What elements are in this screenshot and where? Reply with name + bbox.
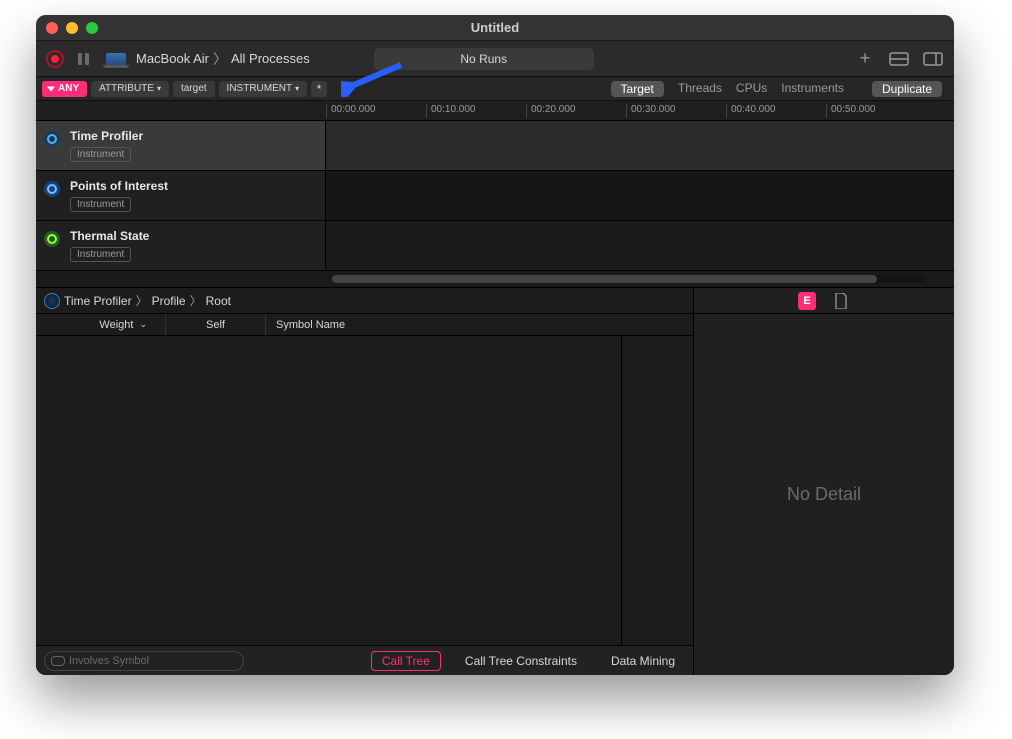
track-header[interactable]: Points of Interest Instrument: [36, 171, 326, 220]
inspector-pane: E No Detail: [694, 288, 954, 675]
chevron-right-icon: 〉: [136, 292, 148, 309]
view-options-button[interactable]: [888, 50, 910, 68]
track-lane[interactable]: [326, 171, 954, 220]
column-header-symbol-name[interactable]: Symbol Name: [266, 314, 693, 335]
track-title: Thermal State: [70, 229, 149, 243]
inspector-tab-run-info[interactable]: [832, 292, 850, 310]
time-ruler[interactable]: 00:00.000 00:10.000 00:20.000 00:30.000 …: [36, 101, 954, 121]
data-mining-button[interactable]: Data Mining: [601, 652, 685, 670]
track-thermal-state[interactable]: Thermal State Instrument: [36, 221, 954, 271]
titlebar: Untitled: [36, 15, 954, 41]
minimize-window-button[interactable]: [66, 22, 78, 34]
input-filter[interactable]: Involves Symbol: [44, 651, 244, 671]
target-selector[interactable]: MacBook Air 〉 All Processes: [136, 49, 310, 69]
call-tree-constraints-button[interactable]: Call Tree Constraints: [455, 652, 587, 670]
time-profiler-icon: [44, 131, 60, 147]
breadcrumb: Time Profiler 〉 Profile 〉 Root: [36, 288, 693, 314]
scope-tab-cpus[interactable]: CPUs: [736, 81, 767, 97]
filter-attribute-pill[interactable]: ATTRIBUTE▾: [91, 81, 169, 97]
track-badge[interactable]: Instrument: [70, 247, 131, 262]
filter-instrument-pill[interactable]: INSTRUMENT▾: [219, 81, 308, 97]
scope-tab-threads[interactable]: Threads: [678, 81, 722, 97]
ruler-tick: 00:50.000: [826, 104, 876, 118]
close-window-button[interactable]: [46, 22, 58, 34]
toolbar: MacBook Air 〉 All Processes No Runs: [36, 41, 954, 77]
inspector-tab-extended[interactable]: E: [798, 292, 816, 310]
scope-tab-target[interactable]: Target: [611, 81, 664, 97]
inspector-tabs: E: [694, 288, 954, 314]
filter-target-pill[interactable]: target: [173, 81, 215, 97]
run-selector-label: No Runs: [460, 52, 507, 66]
no-detail-label: No Detail: [694, 314, 954, 675]
column-header-self[interactable]: Self: [166, 314, 266, 335]
breadcrumb-item[interactable]: Profile: [152, 294, 186, 308]
ruler-tick: 00:10.000: [426, 104, 476, 118]
filter-wildcard-pill[interactable]: *: [311, 81, 327, 97]
track-lane[interactable]: [326, 221, 954, 270]
device-icon: [106, 53, 126, 65]
timeline-scrollbar[interactable]: [332, 275, 924, 283]
ruler-tick: 00:30.000: [626, 104, 676, 118]
bottom-bar: Involves Symbol Call Tree Call Tree Cons…: [36, 645, 693, 675]
column-header-weight[interactable]: Weight ⌄: [36, 314, 166, 335]
call-tree-body[interactable]: [36, 336, 693, 645]
track-title: Time Profiler: [70, 129, 143, 143]
app-window: Untitled MacBook Air 〉 All Processes No …: [36, 15, 954, 675]
duplicate-button[interactable]: Duplicate: [872, 81, 942, 97]
column-headers: Weight ⌄ Self Symbol Name: [36, 314, 693, 336]
window-controls: [46, 15, 98, 40]
zoom-window-button[interactable]: [86, 22, 98, 34]
run-selector[interactable]: No Runs: [374, 48, 594, 70]
timeline-scrollbar-thumb[interactable]: [332, 275, 877, 283]
timeline-scroll-row: [36, 271, 954, 287]
scope-tab-instruments[interactable]: Instruments: [781, 81, 844, 97]
add-instrument-button[interactable]: [854, 50, 876, 68]
track-header[interactable]: Time Profiler Instrument: [36, 121, 326, 170]
timeline-region: 00:00.000 00:10.000 00:20.000 00:30.000 …: [36, 101, 954, 288]
tracks: Time Profiler Instrument Points of Inter…: [36, 121, 954, 271]
chevron-right-icon: 〉: [190, 292, 202, 309]
track-badge[interactable]: Instrument: [70, 147, 131, 162]
window-title: Untitled: [471, 20, 519, 35]
track-time-profiler[interactable]: Time Profiler Instrument: [36, 121, 954, 171]
thermal-state-icon: [44, 231, 60, 247]
filter-bar: ANY ATTRIBUTE▾ target INSTRUMENT▾ * Targ…: [36, 77, 954, 101]
ruler-tick: 00:20.000: [526, 104, 576, 118]
breadcrumb-item[interactable]: Time Profiler: [64, 294, 132, 308]
chevron-right-icon: 〉: [213, 49, 227, 69]
detail-area: Time Profiler 〉 Profile 〉 Root Weight ⌄ …: [36, 288, 954, 675]
points-of-interest-icon: [44, 181, 60, 197]
record-button[interactable]: [46, 50, 64, 68]
track-title: Points of Interest: [70, 179, 168, 193]
process-name: All Processes: [231, 51, 310, 66]
time-profiler-icon: [44, 293, 60, 309]
ruler-tick: 00:40.000: [726, 104, 776, 118]
call-tree-button[interactable]: Call Tree: [371, 651, 441, 671]
input-filter-placeholder: Involves Symbol: [69, 655, 149, 667]
scope-tabs: Target Threads CPUs Instruments Duplicat…: [611, 81, 948, 97]
track-points-of-interest[interactable]: Points of Interest Instrument: [36, 171, 954, 221]
sort-chevron-down-icon: ⌄: [139, 319, 147, 330]
ruler-tick: 00:00.000: [326, 104, 376, 118]
track-lane[interactable]: [326, 121, 954, 170]
filter-any-pill[interactable]: ANY: [42, 81, 87, 97]
device-name: MacBook Air: [136, 51, 209, 66]
track-header[interactable]: Thermal State Instrument: [36, 221, 326, 270]
breadcrumb-item[interactable]: Root: [206, 294, 231, 308]
inspector-toggle-button[interactable]: [922, 50, 944, 68]
track-badge[interactable]: Instrument: [70, 197, 131, 212]
detail-left-pane: Time Profiler 〉 Profile 〉 Root Weight ⌄ …: [36, 288, 694, 675]
pause-button[interactable]: [74, 50, 92, 68]
